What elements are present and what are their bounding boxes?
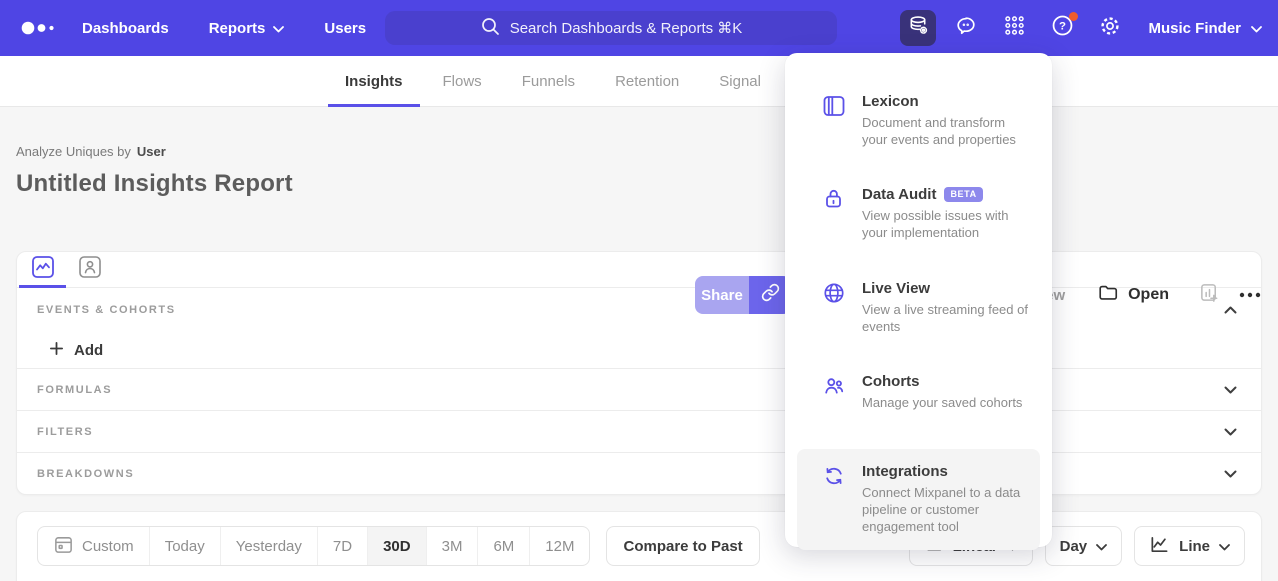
search-icon <box>480 16 500 40</box>
apps-grid-button[interactable] <box>990 0 1038 56</box>
open-report-button[interactable]: Open <box>1097 282 1169 309</box>
report-subtitle: Analyze Uniques byUser <box>16 107 1262 159</box>
data-audit-icon <box>822 187 846 211</box>
tab-retention[interactable]: Retention <box>615 56 679 106</box>
chart-type-selector[interactable]: Line <box>1134 526 1245 566</box>
globe-icon <box>822 281 846 305</box>
gear-icon <box>1098 14 1122 43</box>
tab-signal[interactable]: Signal <box>719 56 761 106</box>
builder-tab-users[interactable] <box>66 252 113 287</box>
feedback-button[interactable] <box>942 0 990 56</box>
svg-text:?: ? <box>1059 21 1066 33</box>
database-gear-icon <box>907 14 930 42</box>
more-options-button[interactable] <box>1238 286 1262 304</box>
notification-dot <box>1069 12 1078 21</box>
range-3m[interactable]: 3M <box>426 527 478 565</box>
add-event-button[interactable]: Add <box>17 332 1261 368</box>
date-range-group: Custom Today Yesterday 7D 30D 3M 6M 12M <box>37 526 590 566</box>
project-selector[interactable]: Music Finder <box>1148 20 1262 37</box>
calendar-icon <box>53 534 74 559</box>
section-filters[interactable]: FILTERS <box>17 410 1261 452</box>
line-chart-icon <box>32 256 54 283</box>
chart-plus-icon <box>1199 282 1220 309</box>
lexicon-icon <box>822 94 846 118</box>
chevron-down-icon[interactable] <box>1224 381 1237 399</box>
tab-flows[interactable]: Flows <box>443 56 482 106</box>
range-30d[interactable]: 30D <box>367 527 426 565</box>
chart-controls-card: Custom Today Yesterday 7D 30D 3M 6M 12M … <box>16 511 1262 581</box>
menu-item-integrations[interactable]: Integrations Connect Mixpanel to a data … <box>797 449 1040 549</box>
chevron-down-icon[interactable] <box>1224 423 1237 441</box>
data-management-active-bg <box>900 10 936 46</box>
tab-funnels[interactable]: Funnels <box>522 56 575 106</box>
range-7d[interactable]: 7D <box>317 527 367 565</box>
page-title[interactable]: Untitled Insights Report <box>16 170 1262 198</box>
chevron-down-icon <box>1096 538 1107 555</box>
link-icon <box>761 283 780 307</box>
sync-arrows-icon <box>822 464 846 488</box>
nav-item-users[interactable]: Users <box>324 20 366 37</box>
report-tabbar: Insights Flows Funnels Retention Signal … <box>0 56 1278 107</box>
add-to-dashboard-button[interactable] <box>1199 282 1220 309</box>
data-management-menu: Lexicon Document and transform your even… <box>785 53 1052 547</box>
range-12m[interactable]: 12M <box>529 527 589 565</box>
ellipsis-icon <box>1238 286 1262 304</box>
range-custom[interactable]: Custom <box>38 527 149 565</box>
menu-item-cohorts[interactable]: Cohorts Manage your saved cohorts <box>797 359 1040 425</box>
search-placeholder: Search Dashboards & Reports ⌘K <box>510 19 743 37</box>
grid-icon <box>1003 14 1026 42</box>
builder-tab-events[interactable] <box>19 252 66 287</box>
chevron-down-icon[interactable] <box>1224 465 1237 483</box>
line-chart-type-icon <box>1149 534 1170 559</box>
cohorts-icon <box>822 374 846 398</box>
person-icon <box>79 256 101 283</box>
header-actions: New Open <box>1034 276 1262 314</box>
chevron-down-icon <box>1219 538 1230 555</box>
speech-bubble-icon <box>954 14 978 43</box>
search-input[interactable]: Search Dashboards & Reports ⌘K <box>385 11 837 45</box>
page-content: Analyze Uniques byUser Untitled Insights… <box>0 107 1278 581</box>
range-today[interactable]: Today <box>149 527 220 565</box>
help-button[interactable]: ? <box>1038 0 1086 56</box>
chevron-down-icon <box>1251 20 1262 37</box>
range-yesterday[interactable]: Yesterday <box>220 527 317 565</box>
folder-icon <box>1097 282 1119 309</box>
section-breakdowns[interactable]: BREAKDOWNS <box>17 452 1261 494</box>
menu-item-live-view[interactable]: Live View View a live streaming feed of … <box>797 266 1040 349</box>
share-button[interactable]: Share <box>695 276 749 314</box>
settings-button[interactable] <box>1086 0 1134 56</box>
top-nav: Dashboards Reports Users Search Dashboar… <box>0 0 1278 56</box>
data-management-button[interactable] <box>894 0 942 56</box>
granularity-selector[interactable]: Day <box>1045 526 1123 566</box>
menu-item-lexicon[interactable]: Lexicon Document and transform your even… <box>797 79 1040 162</box>
mixpanel-logo-icon[interactable] <box>20 19 58 37</box>
analysis-entity-selector[interactable]: User <box>137 144 166 159</box>
range-6m[interactable]: 6M <box>477 527 529 565</box>
compare-to-past-button[interactable]: Compare to Past <box>606 526 759 566</box>
nav-item-reports[interactable]: Reports <box>209 20 285 37</box>
plus-icon <box>49 341 64 360</box>
chevron-down-icon <box>273 20 284 37</box>
nav-item-dashboards[interactable]: Dashboards <box>82 20 169 37</box>
beta-badge: BETA <box>944 187 982 202</box>
section-formulas[interactable]: FORMULAS <box>17 368 1261 410</box>
tab-insights[interactable]: Insights <box>345 56 403 106</box>
menu-item-data-audit[interactable]: Data Audit BETA View possible issues wit… <box>797 172 1040 255</box>
share-group: Share <box>695 276 791 314</box>
